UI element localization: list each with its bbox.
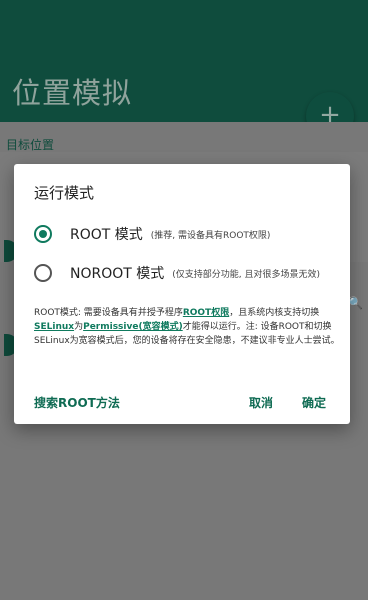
- target-location-label: 目标位置: [6, 138, 55, 152]
- permissive-link[interactable]: Permissive(宽容模式): [83, 322, 183, 332]
- run-mode-dialog: 运行模式 ROOT 模式 (推荐, 需设备具有ROOT权限) NOROOT 模式…: [14, 164, 350, 424]
- description-text: ROOT模式: 需要设备具有并授予程序: [34, 308, 183, 318]
- option-hint: (推荐, 需设备具有ROOT权限): [150, 230, 271, 241]
- option-label: ROOT 模式: [70, 227, 143, 243]
- cancel-button[interactable]: 取消: [249, 394, 273, 411]
- radio-unchecked-icon[interactable]: [34, 264, 52, 282]
- confirm-button[interactable]: 确定: [302, 394, 326, 411]
- root-permission-link[interactable]: ROOT权限: [183, 308, 229, 318]
- mode-description: ROOT模式: 需要设备具有并授予程序ROOT权限，且系统内核支持切换 SELin…: [34, 306, 340, 348]
- dialog-title: 运行模式: [34, 184, 95, 202]
- search-icon[interactable]: 🔍: [348, 296, 363, 310]
- option-hint: (仅支持部分功能, 且对很多场景无效): [172, 269, 321, 280]
- app-title: 位置模拟: [12, 76, 133, 110]
- option-label: NOROOT 模式: [70, 266, 165, 282]
- description-text: 为: [74, 322, 84, 332]
- search-root-method-button[interactable]: 搜索ROOT方法: [34, 394, 120, 411]
- option-root-mode[interactable]: ROOT 模式 (推荐, 需设备具有ROOT权限): [34, 222, 270, 246]
- description-text: ，且系统内核支持切换: [229, 308, 320, 318]
- radio-checked-icon[interactable]: [34, 225, 52, 243]
- selinux-link[interactable]: SELinux: [34, 322, 74, 332]
- option-noroot-mode[interactable]: NOROOT 模式 (仅支持部分功能, 且对很多场景无效): [34, 261, 320, 285]
